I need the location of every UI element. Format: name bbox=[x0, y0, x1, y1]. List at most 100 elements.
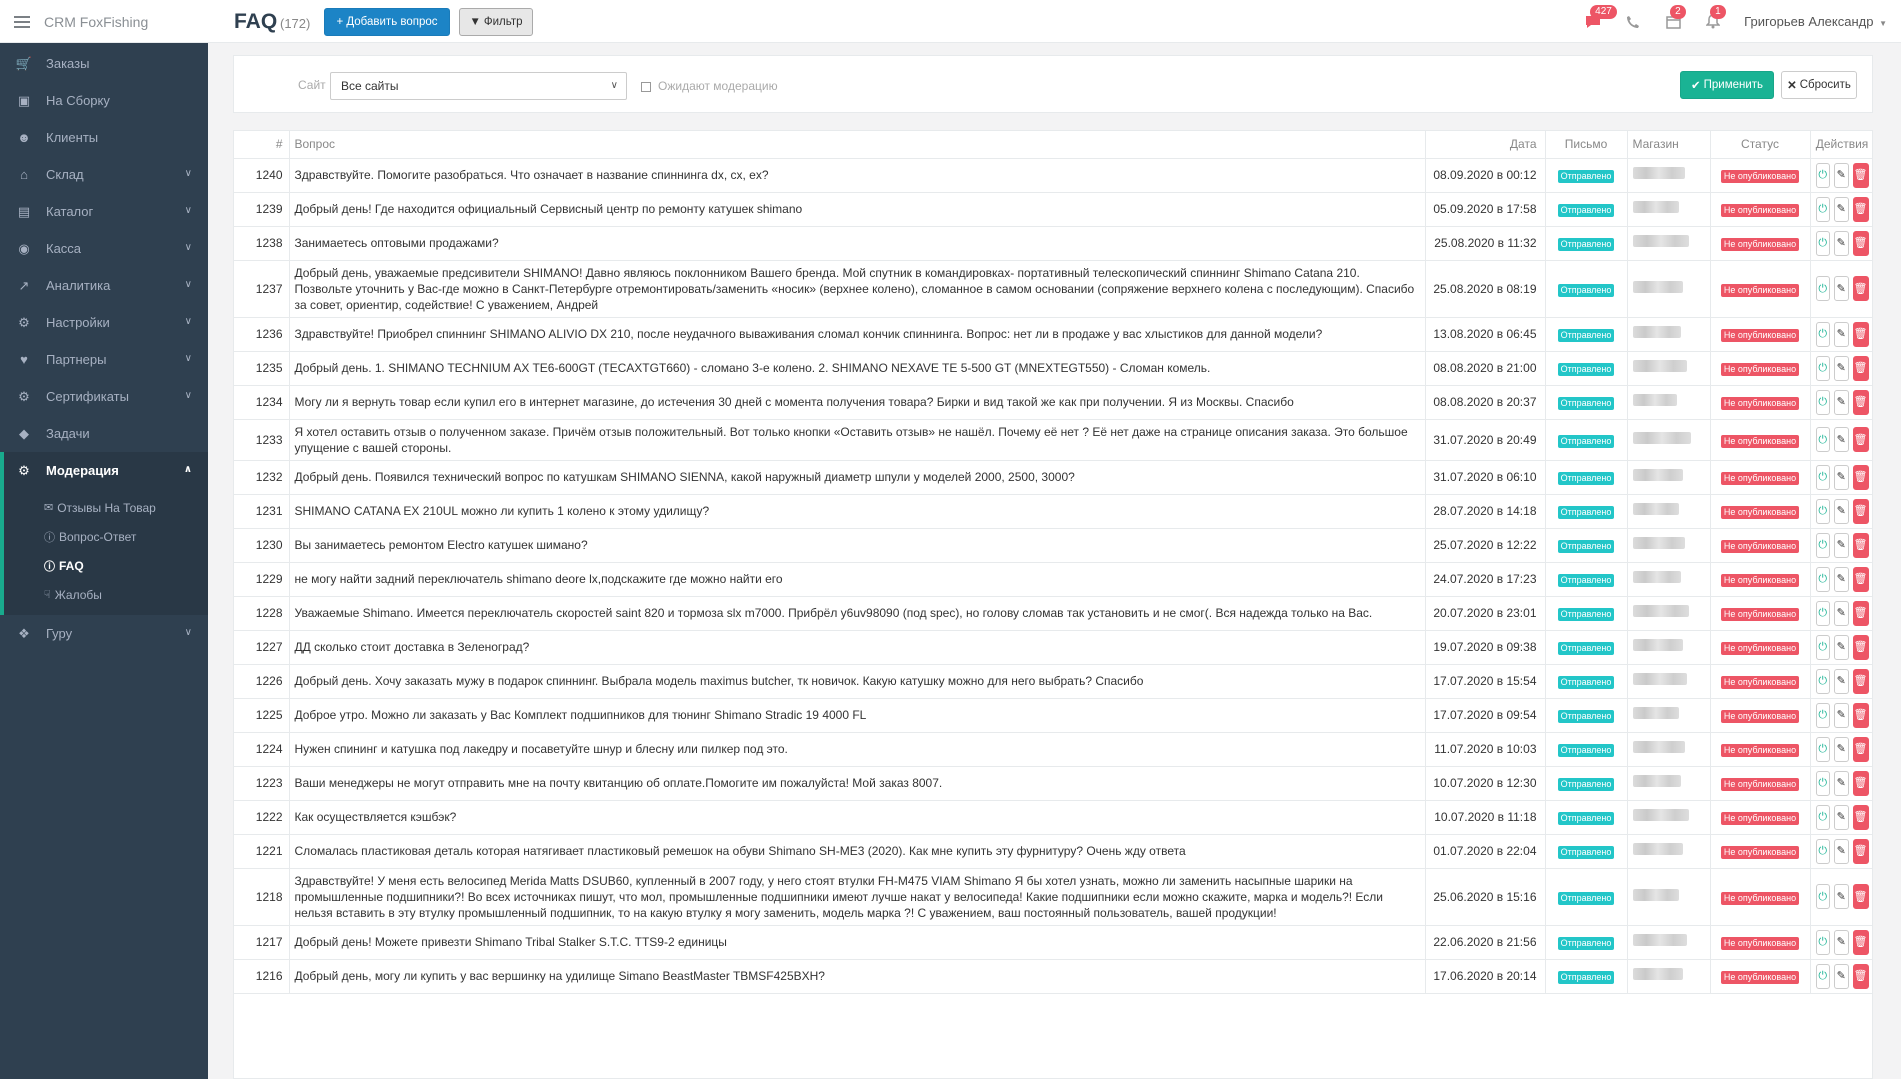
edit-button[interactable]: ✎ bbox=[1834, 162, 1849, 188]
delete-button[interactable]: 🗑 bbox=[1852, 532, 1869, 558]
table-row[interactable]: 1233 Я хотел оставить отзыв о полученном … bbox=[234, 419, 1872, 461]
messages-button[interactable]: 427 bbox=[1580, 4, 1617, 32]
delete-button[interactable]: 🗑 bbox=[1852, 634, 1869, 660]
publish-toggle-button[interactable]: ⏻ bbox=[1815, 884, 1831, 909]
table-row[interactable]: 1236 Здравствуйте! Приобрел спиннинг SHIM… bbox=[234, 317, 1872, 352]
publish-toggle-button[interactable]: ⏻ bbox=[1815, 355, 1831, 381]
publish-toggle-button[interactable]: ⏻ bbox=[1815, 804, 1831, 830]
table-row[interactable]: 1238 Занимаетесь оптовыми продажами? 25.08… bbox=[234, 226, 1872, 261]
publish-toggle-button[interactable]: ⏻ bbox=[1815, 838, 1831, 864]
delete-button[interactable]: 🗑 bbox=[1852, 464, 1869, 490]
faq-question[interactable]: Ваши менеджеры не могут отправить мне на… bbox=[289, 766, 1426, 801]
edit-button[interactable]: ✎ bbox=[1834, 736, 1849, 762]
table-row[interactable]: 1237 Добрый день, уважаемые предсивители … bbox=[234, 260, 1872, 318]
table-row[interactable]: 1231 SHIMANO CATANA EX 210UL можно ли куп… bbox=[234, 494, 1872, 529]
faq-question[interactable]: Доброе утро. Можно ли заказать у Вас Ком… bbox=[289, 698, 1426, 733]
edit-button[interactable]: ✎ bbox=[1834, 770, 1849, 796]
delete-button[interactable]: 🗑 bbox=[1852, 668, 1869, 694]
sidebar-item-partners[interactable]: ♥ Партнеры ∨ bbox=[0, 341, 208, 378]
orders-button[interactable]: 2 bbox=[1660, 4, 1686, 32]
publish-toggle-button[interactable]: ⏻ bbox=[1815, 498, 1831, 524]
sidebar-item-cash[interactable]: ◉ Касса ∨ bbox=[0, 230, 208, 267]
faq-question[interactable]: Нужен спининг и катушка под лакедру и по… bbox=[289, 732, 1426, 767]
delete-button[interactable]: 🗑 bbox=[1852, 600, 1869, 626]
delete-button[interactable]: 🗑 bbox=[1852, 929, 1869, 955]
publish-toggle-button[interactable]: ⏻ bbox=[1815, 702, 1831, 728]
table-row[interactable]: 1216 Добрый день, могу ли купить у вас ве… bbox=[234, 959, 1872, 994]
sidebar-item-settings[interactable]: ⚙ Настройки ∨ bbox=[0, 304, 208, 341]
edit-button[interactable]: ✎ bbox=[1834, 884, 1849, 909]
site-select[interactable]: Все сайты ∨ bbox=[330, 72, 627, 100]
faq-question[interactable]: Здравствуйте! Приобрел спиннинг SHIMANO … bbox=[289, 317, 1426, 352]
faq-question[interactable]: Добрый день. Появился технический вопрос… bbox=[289, 460, 1426, 495]
faq-question[interactable]: Добрый день. Хочу заказать мужу в подаро… bbox=[289, 664, 1426, 699]
faq-question[interactable]: Как осуществляется кэшбэк? bbox=[289, 800, 1426, 835]
table-row[interactable]: 1227 ДД сколько стоит доставка в Зеленогр… bbox=[234, 630, 1872, 665]
delete-button[interactable]: 🗑 bbox=[1852, 498, 1869, 524]
sidebar-subitem-faq[interactable]: ⓘ FAQ bbox=[4, 551, 208, 580]
faq-question[interactable]: Добрый день, могу ли купить у вас вершин… bbox=[289, 959, 1426, 994]
table-row[interactable]: 1228 Уважаемые Shimano. Имеется переключа… bbox=[234, 596, 1872, 631]
sidebar-item-assembly[interactable]: ▣ На Сборку bbox=[0, 82, 208, 119]
table-row[interactable]: 1223 Ваши менеджеры не могут отправить мн… bbox=[234, 766, 1872, 801]
sidebar-item-analytics[interactable]: ↗ Аналитика ∨ bbox=[0, 267, 208, 304]
column-header-store[interactable]: Магазин bbox=[1627, 131, 1711, 159]
edit-button[interactable]: ✎ bbox=[1834, 389, 1849, 415]
faq-question[interactable]: Добрый день! Где находится официальный С… bbox=[289, 192, 1426, 227]
delete-button[interactable]: 🗑 bbox=[1852, 770, 1869, 796]
sidebar-subitem-product-reviews[interactable]: ✉ Отзывы На Товар bbox=[4, 493, 208, 522]
edit-button[interactable]: ✎ bbox=[1834, 566, 1849, 592]
delete-button[interactable]: 🗑 bbox=[1852, 838, 1869, 864]
table-row[interactable]: 1217 Добрый день! Можете привезти Shimano… bbox=[234, 925, 1872, 960]
faq-question[interactable]: Добрый день. 1. SHIMANO TECHNIUM AX TE6-… bbox=[289, 351, 1426, 386]
delete-button[interactable]: 🗑 bbox=[1852, 427, 1869, 452]
edit-button[interactable]: ✎ bbox=[1834, 498, 1849, 524]
edit-button[interactable]: ✎ bbox=[1834, 804, 1849, 830]
sidebar-item-tasks[interactable]: ◆ Задачи bbox=[0, 415, 208, 452]
delete-button[interactable]: 🗑 bbox=[1852, 276, 1869, 301]
table-row[interactable]: 1222 Как осуществляется кэшбэк? 10.07.2020… bbox=[234, 800, 1872, 835]
publish-toggle-button[interactable]: ⏻ bbox=[1815, 389, 1831, 415]
edit-button[interactable]: ✎ bbox=[1834, 634, 1849, 660]
table-row[interactable]: 1239 Добрый день! Где находится официальн… bbox=[234, 192, 1872, 227]
table-row[interactable]: 1229 не могу найти задний переключатель s… bbox=[234, 562, 1872, 597]
edit-button[interactable]: ✎ bbox=[1834, 532, 1849, 558]
edit-button[interactable]: ✎ bbox=[1834, 702, 1849, 728]
hamburger-menu-icon[interactable] bbox=[14, 15, 30, 28]
edit-button[interactable]: ✎ bbox=[1834, 321, 1849, 347]
faq-question[interactable]: Добрый день, уважаемые предсивители SHIM… bbox=[289, 260, 1426, 318]
delete-button[interactable]: 🗑 bbox=[1852, 884, 1869, 909]
sidebar-item-guru[interactable]: ❖ Гуру ∨ bbox=[0, 615, 208, 652]
edit-button[interactable]: ✎ bbox=[1834, 427, 1849, 452]
reset-button[interactable]: ✕ Сбросить bbox=[1781, 71, 1857, 99]
table-row[interactable]: 1235 Добрый день. 1. SHIMANO TECHNIUM AX … bbox=[234, 351, 1872, 386]
table-row[interactable]: 1218 Здравствуйте! У меня есть велосипед … bbox=[234, 868, 1872, 926]
delete-button[interactable]: 🗑 bbox=[1852, 804, 1869, 830]
phone-button[interactable] bbox=[1620, 12, 1646, 32]
add-question-button[interactable]: + Добавить вопрос bbox=[324, 8, 450, 36]
apply-button[interactable]: ✔ Применить bbox=[1680, 71, 1774, 99]
sidebar-subitem-qa[interactable]: ⓘ Вопрос-Ответ bbox=[4, 522, 208, 551]
column-header-letter[interactable]: Письмо bbox=[1545, 131, 1628, 159]
faq-question[interactable]: Добрый день! Можете привезти Shimano Tri… bbox=[289, 925, 1426, 960]
table-row[interactable]: 1232 Добрый день. Появился технический во… bbox=[234, 460, 1872, 495]
publish-toggle-button[interactable]: ⏻ bbox=[1815, 600, 1831, 626]
table-row[interactable]: 1230 Вы занимаетесь ремонтом Electro кату… bbox=[234, 528, 1872, 563]
faq-question[interactable]: Здравствуйте. Помогите разобраться. Что … bbox=[289, 158, 1426, 193]
delete-button[interactable]: 🗑 bbox=[1852, 230, 1869, 256]
faq-question[interactable]: SHIMANO CATANA EX 210UL можно ли купить … bbox=[289, 494, 1426, 529]
table-row[interactable]: 1224 Нужен спининг и катушка под лакедру … bbox=[234, 732, 1872, 767]
sidebar-subitem-complaints[interactable]: ☟ Жалобы bbox=[4, 580, 208, 609]
edit-button[interactable]: ✎ bbox=[1834, 600, 1849, 626]
delete-button[interactable]: 🗑 bbox=[1852, 736, 1869, 762]
publish-toggle-button[interactable]: ⏻ bbox=[1815, 634, 1831, 660]
sidebar-item-orders[interactable]: 🛒 Заказы bbox=[0, 45, 208, 82]
delete-button[interactable]: 🗑 bbox=[1852, 963, 1869, 989]
faq-question[interactable]: Занимаетесь оптовыми продажами? bbox=[289, 226, 1426, 261]
publish-toggle-button[interactable]: ⏻ bbox=[1815, 230, 1831, 256]
filter-button[interactable]: ▼ Фильтр bbox=[459, 8, 533, 36]
publish-toggle-button[interactable]: ⏻ bbox=[1815, 196, 1831, 222]
faq-question[interactable]: Вы занимаетесь ремонтом Electro катушек … bbox=[289, 528, 1426, 563]
publish-toggle-button[interactable]: ⏻ bbox=[1815, 929, 1831, 955]
edit-button[interactable]: ✎ bbox=[1834, 963, 1849, 989]
